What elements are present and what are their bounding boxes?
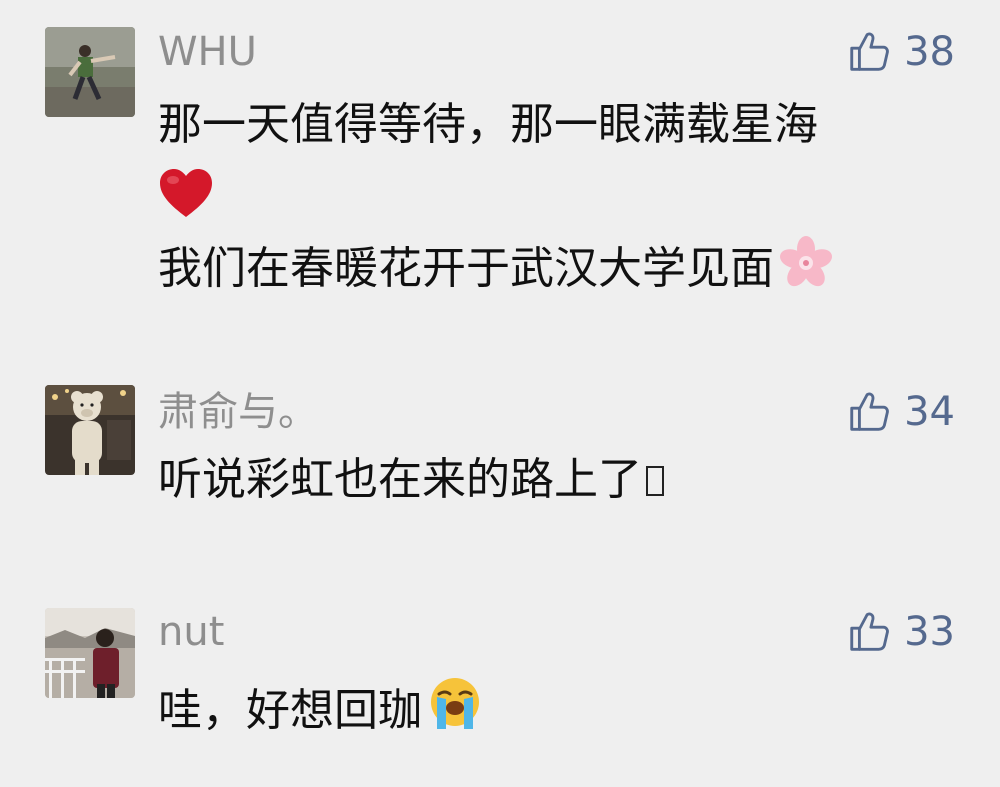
like-count: 38	[904, 29, 955, 75]
avatar[interactable]	[45, 608, 135, 698]
cherry-blossom-emoji	[780, 236, 832, 287]
comment-item-suyuyu: 肃俞与。 34 听说彩虹也在来的路上了	[0, 360, 1000, 540]
username[interactable]: nut	[158, 608, 224, 656]
like-button[interactable]: 34	[846, 388, 955, 436]
thumbs-up-outline-icon	[850, 32, 889, 71]
comment-item-whu: WHU 38 那一天值得等待，那一眼满载星海 我们在春暖花开于武汉大学见面	[0, 0, 1000, 330]
comment-text-line: 我们在春暖花开于武汉大学见面	[158, 235, 834, 297]
comment-text: 我们在春暖花开于武汉大学见面	[158, 243, 774, 294]
unknown-glyph-icon	[646, 466, 664, 496]
thumbs-up-outline-icon	[850, 612, 889, 651]
like-button[interactable]: 38	[846, 28, 955, 76]
username[interactable]: WHU	[158, 28, 257, 76]
like-count: 34	[904, 389, 955, 435]
heart-emoji-line	[158, 163, 214, 219]
comment-text: 哇，好想回珈	[158, 685, 422, 736]
like-button[interactable]: 33	[846, 608, 955, 656]
username[interactable]: 肃俞与。	[158, 388, 318, 436]
like-count: 33	[904, 609, 955, 655]
thumbs-up-outline-icon	[850, 392, 889, 431]
comment-text-line: 哇，好想回珈	[158, 675, 484, 739]
comment-text-line: 那一天值得等待，那一眼满载星海	[158, 99, 818, 150]
loudly-crying-face-emoji	[431, 678, 479, 729]
comment-item-nut: nut 33 哇，好想回珈	[0, 580, 1000, 787]
comment-text: 听说彩虹也在来的路上了	[158, 454, 642, 505]
avatar[interactable]	[45, 27, 135, 117]
comment-text-line: 听说彩虹也在来的路上了	[158, 452, 664, 508]
red-heart-emoji	[160, 169, 212, 217]
avatar[interactable]	[45, 385, 135, 475]
